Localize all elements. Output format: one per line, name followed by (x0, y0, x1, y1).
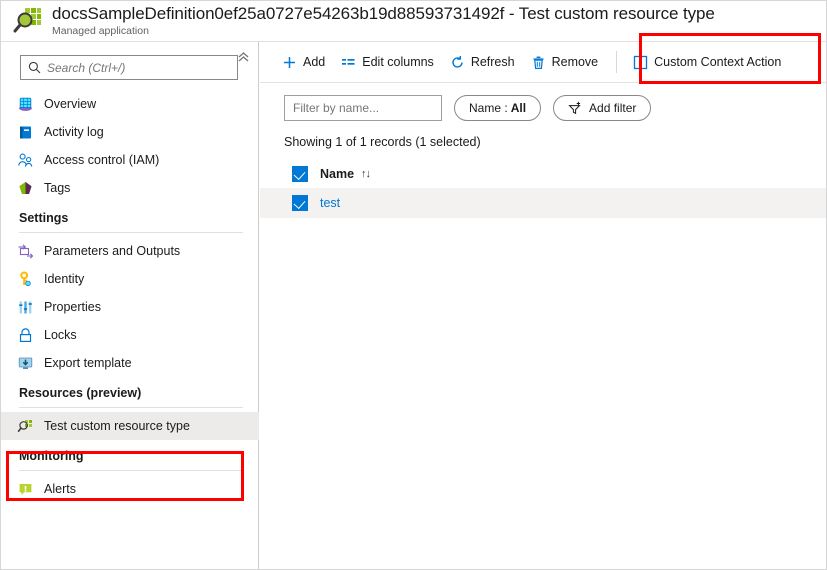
grid-header-row: Name ↑↓ (260, 160, 826, 188)
overview-cube-icon (17, 96, 34, 113)
name-filter-pill-value: All (510, 101, 527, 115)
sidebar-item-label: Access control (IAM) (44, 152, 160, 167)
alerts-icon (17, 481, 34, 498)
blade-header: docsSampleDefinition0ef25a0727e54263b19d… (1, 1, 826, 42)
edit-columns-button-label: Edit columns (362, 54, 434, 69)
sidebar-item-label: Properties (44, 299, 101, 314)
access-control-icon (17, 152, 34, 169)
row-checkbox[interactable] (292, 195, 308, 211)
trash-icon (531, 55, 546, 70)
custom-context-action-label: Custom Context Action (654, 54, 782, 69)
records-summary: Showing 1 of 1 records (1 selected) (284, 135, 481, 149)
add-button-label: Add (303, 54, 326, 69)
remove-button-label: Remove (551, 54, 599, 69)
refresh-button[interactable]: Refresh (442, 47, 523, 77)
empty-checkbox-icon (633, 55, 648, 70)
filter-bar: Name : All Add filter (260, 83, 826, 121)
sidebar-item-properties[interactable]: Properties (1, 293, 259, 321)
sidebar-item-locks[interactable]: Locks (1, 321, 259, 349)
page-subtitle: Managed application (52, 25, 149, 37)
sidebar-divider (19, 232, 243, 233)
sidebar-item-label: Parameters and Outputs (44, 243, 181, 258)
select-all-checkbox[interactable] (292, 166, 308, 182)
add-filter-label: Add filter (589, 101, 637, 115)
sidebar: Overview Activity log (1, 42, 259, 569)
sidebar-item-tags[interactable]: Tags (1, 174, 259, 202)
sidebar-item-label: Export template (44, 355, 132, 370)
sidebar-group-monitoring: Monitoring (19, 449, 84, 463)
add-filter-button[interactable]: Add filter (553, 95, 652, 121)
sidebar-item-overview[interactable]: Overview (1, 90, 259, 118)
custom-context-action-button[interactable]: Custom Context Action (625, 47, 789, 77)
lock-icon (17, 327, 34, 344)
parameters-outputs-icon (17, 243, 34, 260)
custom-provider-magnifier-icon (12, 7, 42, 35)
plus-icon (282, 55, 297, 70)
sidebar-item-alerts[interactable]: Alerts (1, 475, 259, 503)
search-icon (28, 61, 41, 74)
refresh-button-label: Refresh (470, 54, 515, 69)
sidebar-item-access-control[interactable]: Access control (IAM) (1, 146, 259, 174)
sidebar-item-label: Identity (44, 271, 85, 286)
sidebar-item-parameters-and-outputs[interactable]: Parameters and Outputs (1, 237, 259, 265)
identity-key-icon (17, 271, 34, 288)
sidebar-item-label: Tags (44, 180, 71, 195)
search-box[interactable] (20, 55, 238, 80)
edit-columns-icon (341, 55, 356, 70)
tags-icon (17, 180, 34, 197)
name-filter-pill-prefix: Name : (469, 101, 508, 115)
add-button[interactable]: Add (274, 47, 333, 77)
command-bar: Add Edit columns Refresh Remove Custom C… (260, 42, 826, 83)
sidebar-group-settings: Settings (19, 211, 69, 225)
row-name-link[interactable]: test (320, 196, 340, 210)
sidebar-group-resources-preview: Resources (preview) (19, 386, 142, 400)
sidebar-item-activity-log[interactable]: Activity log (1, 118, 259, 146)
column-header-name: Name (320, 167, 355, 181)
azure-portal-blade: docsSampleDefinition0ef25a0727e54263b19d… (0, 0, 827, 570)
main-content: Add Edit columns Refresh Remove Custom C… (260, 42, 826, 569)
sidebar-nav: Overview Activity log Access control (IA… (1, 90, 259, 503)
sidebar-item-label: Locks (44, 327, 77, 342)
sidebar-item-label: Test custom resource type (44, 418, 190, 433)
sidebar-item-export-template[interactable]: Export template (1, 349, 259, 377)
toolbar-divider (616, 51, 618, 73)
sidebar-divider (19, 407, 243, 408)
sort-arrows-icon[interactable]: ↑↓ (361, 168, 371, 180)
resources-grid: Name ↑↓ test (260, 160, 826, 218)
page-title: docsSampleDefinition0ef25a0727e54263b19d… (52, 4, 715, 23)
table-row[interactable]: test (260, 188, 826, 218)
custom-resource-type-icon (17, 418, 34, 435)
activity-log-icon (17, 124, 34, 141)
properties-icon (17, 299, 34, 316)
refresh-icon (450, 55, 465, 70)
sidebar-item-label: Activity log (44, 124, 104, 139)
name-filter-pill[interactable]: Name : All (454, 95, 542, 121)
export-template-icon (17, 355, 34, 372)
sidebar-divider (19, 470, 243, 471)
sidebar-item-identity[interactable]: Identity (1, 265, 259, 293)
edit-columns-button[interactable]: Edit columns (333, 47, 442, 77)
search-input[interactable] (47, 60, 227, 75)
remove-button[interactable]: Remove (523, 47, 607, 77)
add-filter-icon (568, 101, 583, 115)
filter-by-name-input[interactable] (293, 101, 441, 115)
sidebar-item-label: Alerts (44, 481, 76, 496)
header-text-block: docsSampleDefinition0ef25a0727e54263b19d… (52, 4, 715, 38)
sidebar-item-label: Overview (44, 96, 97, 111)
sidebar-item-test-custom-resource-type[interactable]: Test custom resource type (1, 412, 259, 440)
filter-by-name-box[interactable] (284, 95, 442, 121)
